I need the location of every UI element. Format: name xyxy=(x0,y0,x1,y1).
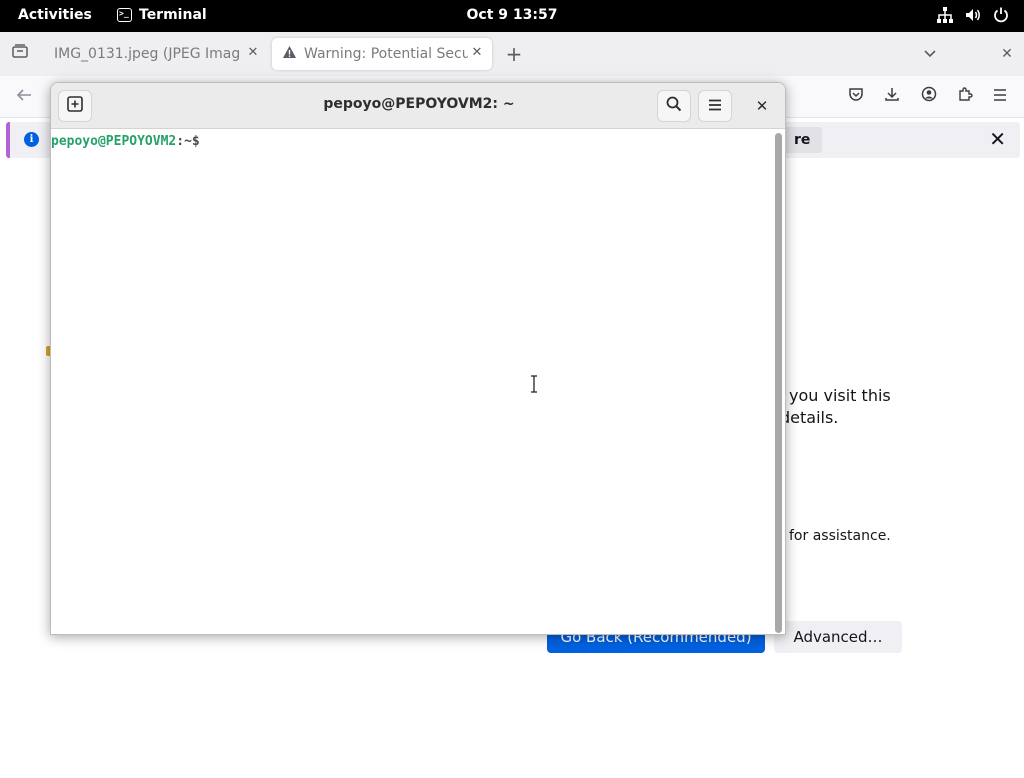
gnome-top-bar: Activities >_ Terminal Oct 9 13:57 xyxy=(0,0,1024,32)
close-icon[interactable]: ✕ xyxy=(468,44,486,62)
tab-img-0131[interactable]: IMG_0131.jpeg (JPEG Image, ✕ xyxy=(44,38,268,70)
downloads-icon[interactable] xyxy=(881,86,903,108)
back-arrow-icon[interactable] xyxy=(13,86,35,108)
close-icon[interactable]: ✕ xyxy=(751,95,773,117)
clock-label[interactable]: Oct 9 13:57 xyxy=(467,7,558,23)
page-text: for assistance. xyxy=(789,528,891,544)
search-icon xyxy=(665,95,683,117)
pocket-icon[interactable] xyxy=(845,86,867,108)
notification-action-button[interactable]: re xyxy=(780,127,822,153)
volume-icon[interactable] xyxy=(964,6,982,24)
prompt-separator: : xyxy=(176,134,185,149)
tab-label: IMG_0131.jpeg (JPEG Image, xyxy=(54,46,239,62)
browser-tab-bar: IMG_0131.jpeg (JPEG Image, ✕ Warning: Po… xyxy=(0,32,1024,76)
list-all-tabs-chevron-icon[interactable] xyxy=(919,43,941,65)
new-tab-button[interactable] xyxy=(58,90,92,122)
hamburger-menu-icon[interactable] xyxy=(989,86,1011,108)
new-tab-button[interactable]: + xyxy=(503,43,525,65)
tab-label: Warning: Potential Securi xyxy=(304,46,468,62)
terminal-scrollbar[interactable] xyxy=(775,133,782,633)
new-tab-plus-icon xyxy=(66,95,84,117)
tab-security-warning[interactable]: Warning: Potential Securi ✕ xyxy=(272,38,492,70)
app-menu-label: Terminal xyxy=(139,7,207,23)
app-menu-terminal[interactable]: >_ Terminal xyxy=(117,7,207,23)
power-icon[interactable] xyxy=(992,6,1010,24)
notification-close-icon[interactable]: ✕ xyxy=(989,129,1006,149)
page-text: details. xyxy=(780,408,839,427)
text-cursor-icon xyxy=(531,375,537,393)
shell-prompt: pepoyo@PEPOYOVM2:~$ xyxy=(51,134,200,149)
menu-button[interactable] xyxy=(698,90,732,122)
extensions-puzzle-icon[interactable] xyxy=(954,86,976,108)
terminal-window[interactable]: pepoyo@PEPOYOVM2: ~ ✕ pepoyo@PEPOYOVM2:~… xyxy=(50,82,786,635)
prompt-user-host: pepoyo@PEPOYOVM2 xyxy=(51,134,177,149)
search-button[interactable] xyxy=(657,90,691,122)
warning-icon xyxy=(282,45,298,63)
hamburger-menu-icon xyxy=(707,97,723,116)
tab-overview-icon[interactable] xyxy=(9,43,31,65)
terminal-app-icon: >_ xyxy=(117,8,132,22)
system-tray[interactable] xyxy=(936,6,1010,24)
window-close-icon[interactable]: ✕ xyxy=(996,43,1018,65)
page-text: you visit this xyxy=(789,386,891,405)
close-icon[interactable]: ✕ xyxy=(244,44,262,62)
terminal-header-bar[interactable]: pepoyo@PEPOYOVM2: ~ ✕ xyxy=(51,83,785,129)
terminal-content[interactable]: pepoyo@PEPOYOVM2:~$ xyxy=(51,130,773,634)
prompt-directory: ~$ xyxy=(184,134,200,149)
activities-button[interactable]: Activities xyxy=(18,7,92,23)
info-icon: i xyxy=(24,132,39,147)
network-icon[interactable] xyxy=(936,6,954,24)
advanced-button[interactable]: Advanced… xyxy=(774,621,902,653)
account-icon[interactable] xyxy=(918,86,940,108)
